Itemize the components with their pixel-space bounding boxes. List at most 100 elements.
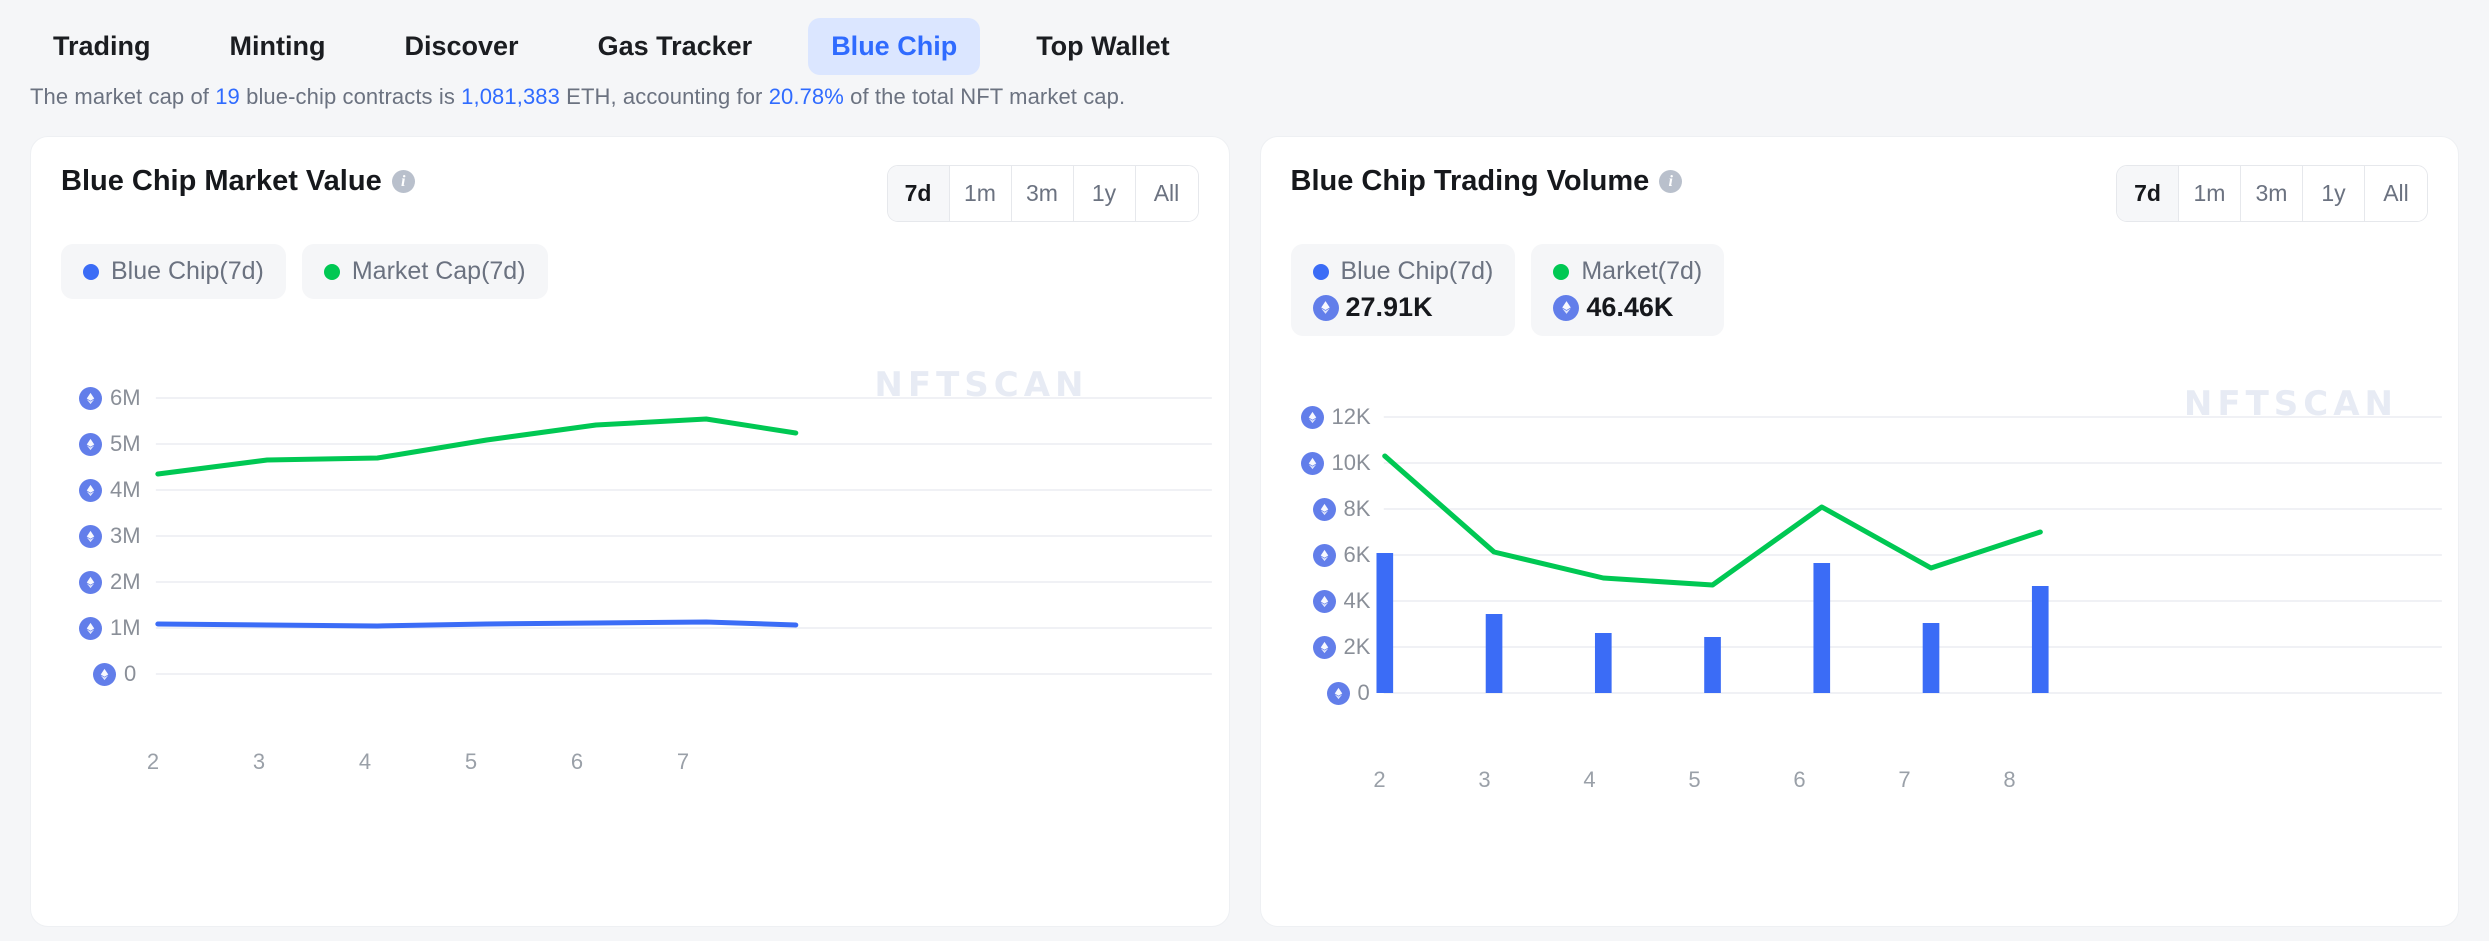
range-btn-all-right[interactable]: All: [2365, 166, 2427, 221]
eth-icon: [1312, 635, 1336, 659]
nav-item-gas-tracker[interactable]: Gas Tracker: [575, 18, 776, 75]
range-btn-7d-right[interactable]: 7d: [2117, 166, 2179, 221]
range-btn-1y-right[interactable]: 1y: [2303, 166, 2365, 221]
eth-icon: [79, 570, 102, 594]
nav-item-blue-chip[interactable]: Blue Chip: [808, 17, 981, 75]
range-btn-7d-left[interactable]: 7d: [887, 166, 950, 221]
summary-percent[interactable]: 20.78%: [769, 84, 844, 109]
x-tick-7: 7: [1898, 767, 1911, 792]
legend-label-blue-chip-left: Blue Chip(7d): [111, 257, 264, 285]
page-root: Trading Minting Discover Gas Tracker Blu…: [0, 0, 2489, 941]
blue-chip-trading-volume-card: Blue Chip Trading Volume i 7d 1m 3m 1y A…: [1259, 136, 2459, 927]
y-tick-4m: 4M: [79, 477, 141, 503]
eth-icon: [1326, 681, 1350, 705]
range-btn-all-left[interactable]: All: [1135, 166, 1198, 221]
right-chart-svg: [1375, 416, 2442, 694]
eth-icon: [79, 478, 102, 502]
summary-text-2: blue-chip contracts is: [239, 84, 462, 109]
main-nav: Trading Minting Discover Gas Tracker Blu…: [0, 0, 2489, 92]
legend-dot-blue: [1312, 263, 1329, 280]
y-tick-8k: 8K: [1312, 496, 1371, 522]
y-tick-12k-label: 12K: [1331, 404, 1371, 429]
legend-dot-green: [323, 263, 340, 280]
bar-5: [1703, 637, 1721, 693]
bar-3: [1485, 614, 1502, 693]
y-tick-4m-label: 4M: [110, 477, 141, 502]
x-tick-5: 5: [1688, 767, 1701, 792]
eth-icon: [1312, 543, 1336, 567]
y-tick-12k: 12K: [1300, 404, 1371, 430]
y-tick-3m: 3M: [79, 523, 141, 549]
page-title-right: Blue Chip Trading Volume: [1290, 165, 1650, 197]
y-tick-5m-label: 5M: [110, 431, 141, 456]
range-btn-1m-right[interactable]: 1m: [2179, 166, 2241, 221]
y-tick-4k-label: 4K: [1343, 588, 1371, 613]
range-btn-1m-left[interactable]: 1m: [949, 166, 1012, 221]
left-card-title: Blue Chip Market Value i: [61, 165, 415, 198]
y-tick-10k: 10K: [1300, 450, 1371, 476]
right-chart: NFTSCAN 12K 10K 8K 6K 4K 2K 0 2 3 4 5 6 …: [1261, 280, 2459, 825]
y-tick-2m: 2M: [79, 569, 141, 595]
series-market-cap-line: [155, 416, 799, 477]
x-tick-6: 6: [570, 749, 584, 774]
eth-icon: [93, 662, 116, 686]
x-tick-4: 4: [358, 749, 372, 774]
series-blue-chip-line: [155, 619, 799, 629]
summary-market-cap[interactable]: 1,081,383: [461, 84, 560, 109]
y-tick-6k: 6K: [1312, 542, 1371, 568]
right-card-header: Blue Chip Trading Volume i 7d 1m 3m 1y A…: [1261, 137, 2459, 222]
range-btn-1y-left[interactable]: 1y: [1073, 166, 1136, 221]
summary-contract-count[interactable]: 19: [215, 84, 240, 109]
y-tick-5m: 5M: [79, 431, 141, 457]
legend-dot-green: [1553, 263, 1570, 280]
left-chart-svg: [155, 397, 1212, 675]
legend-dot-blue: [83, 263, 99, 280]
legend-pill-market-cap-left[interactable]: Market Cap(7d): [301, 244, 548, 299]
x-tick-8: 8: [2003, 767, 2016, 792]
bar-4: [1594, 633, 1612, 693]
y-tick-6m: 6M: [79, 385, 141, 411]
bar-2: [1375, 553, 1393, 693]
y-tick-10k-label: 10K: [1331, 450, 1371, 475]
y-tick-0: 0: [93, 661, 136, 687]
nav-item-minting[interactable]: Minting: [207, 18, 349, 75]
y-tick-0-label: 0: [1357, 680, 1370, 705]
y-tick-2k-label: 2K: [1343, 634, 1371, 659]
y-tick-1m-label: 1M: [110, 615, 141, 640]
info-icon[interactable]: i: [391, 170, 415, 193]
eth-icon: [1300, 405, 1324, 429]
bar-6: [1812, 563, 1830, 693]
series-blue-chip-bars: [1375, 553, 2049, 693]
y-tick-0-label: 0: [124, 661, 137, 686]
x-tick-4: 4: [1583, 767, 1596, 792]
nav-item-top-wallet[interactable]: Top Wallet: [1013, 18, 1192, 75]
x-tick-6: 6: [1793, 767, 1806, 792]
y-tick-2k: 2K: [1312, 634, 1371, 660]
eth-icon: [79, 616, 102, 640]
eth-icon: [1312, 497, 1336, 521]
legend-pill-blue-chip-left[interactable]: Blue Chip(7d): [61, 244, 286, 299]
blue-chip-market-value-card: Blue Chip Market Value i 7d 1m 3m 1y All…: [30, 136, 1230, 927]
x-tick-3: 3: [252, 749, 266, 774]
y-tick-6k-label: 6K: [1343, 542, 1371, 567]
page-title-left: Blue Chip Market Value: [61, 165, 382, 197]
x-tick-2: 2: [1373, 767, 1386, 792]
range-btn-3m-right[interactable]: 3m: [2241, 166, 2303, 221]
left-range-selector[interactable]: 7d 1m 3m 1y All: [886, 165, 1199, 222]
y-tick-8k-label: 8K: [1343, 496, 1371, 521]
y-tick-0: 0: [1326, 680, 1370, 706]
x-tick-5: 5: [464, 749, 478, 774]
right-range-selector[interactable]: 7d 1m 3m 1y All: [2116, 165, 2428, 222]
x-tick-7: 7: [676, 749, 690, 774]
bar-7: [1922, 623, 1939, 693]
eth-icon: [79, 432, 102, 456]
info-icon[interactable]: i: [1659, 170, 1683, 193]
left-legend: Blue Chip(7d) Market Cap(7d): [31, 222, 1229, 299]
x-tick-2: 2: [146, 749, 160, 774]
x-tick-3: 3: [1478, 767, 1491, 792]
y-tick-4k: 4K: [1312, 588, 1371, 614]
nav-item-trading[interactable]: Trading: [30, 18, 174, 75]
y-tick-2m-label: 2M: [110, 569, 141, 594]
range-btn-3m-left[interactable]: 3m: [1011, 166, 1074, 221]
nav-item-discover[interactable]: Discover: [381, 18, 541, 75]
